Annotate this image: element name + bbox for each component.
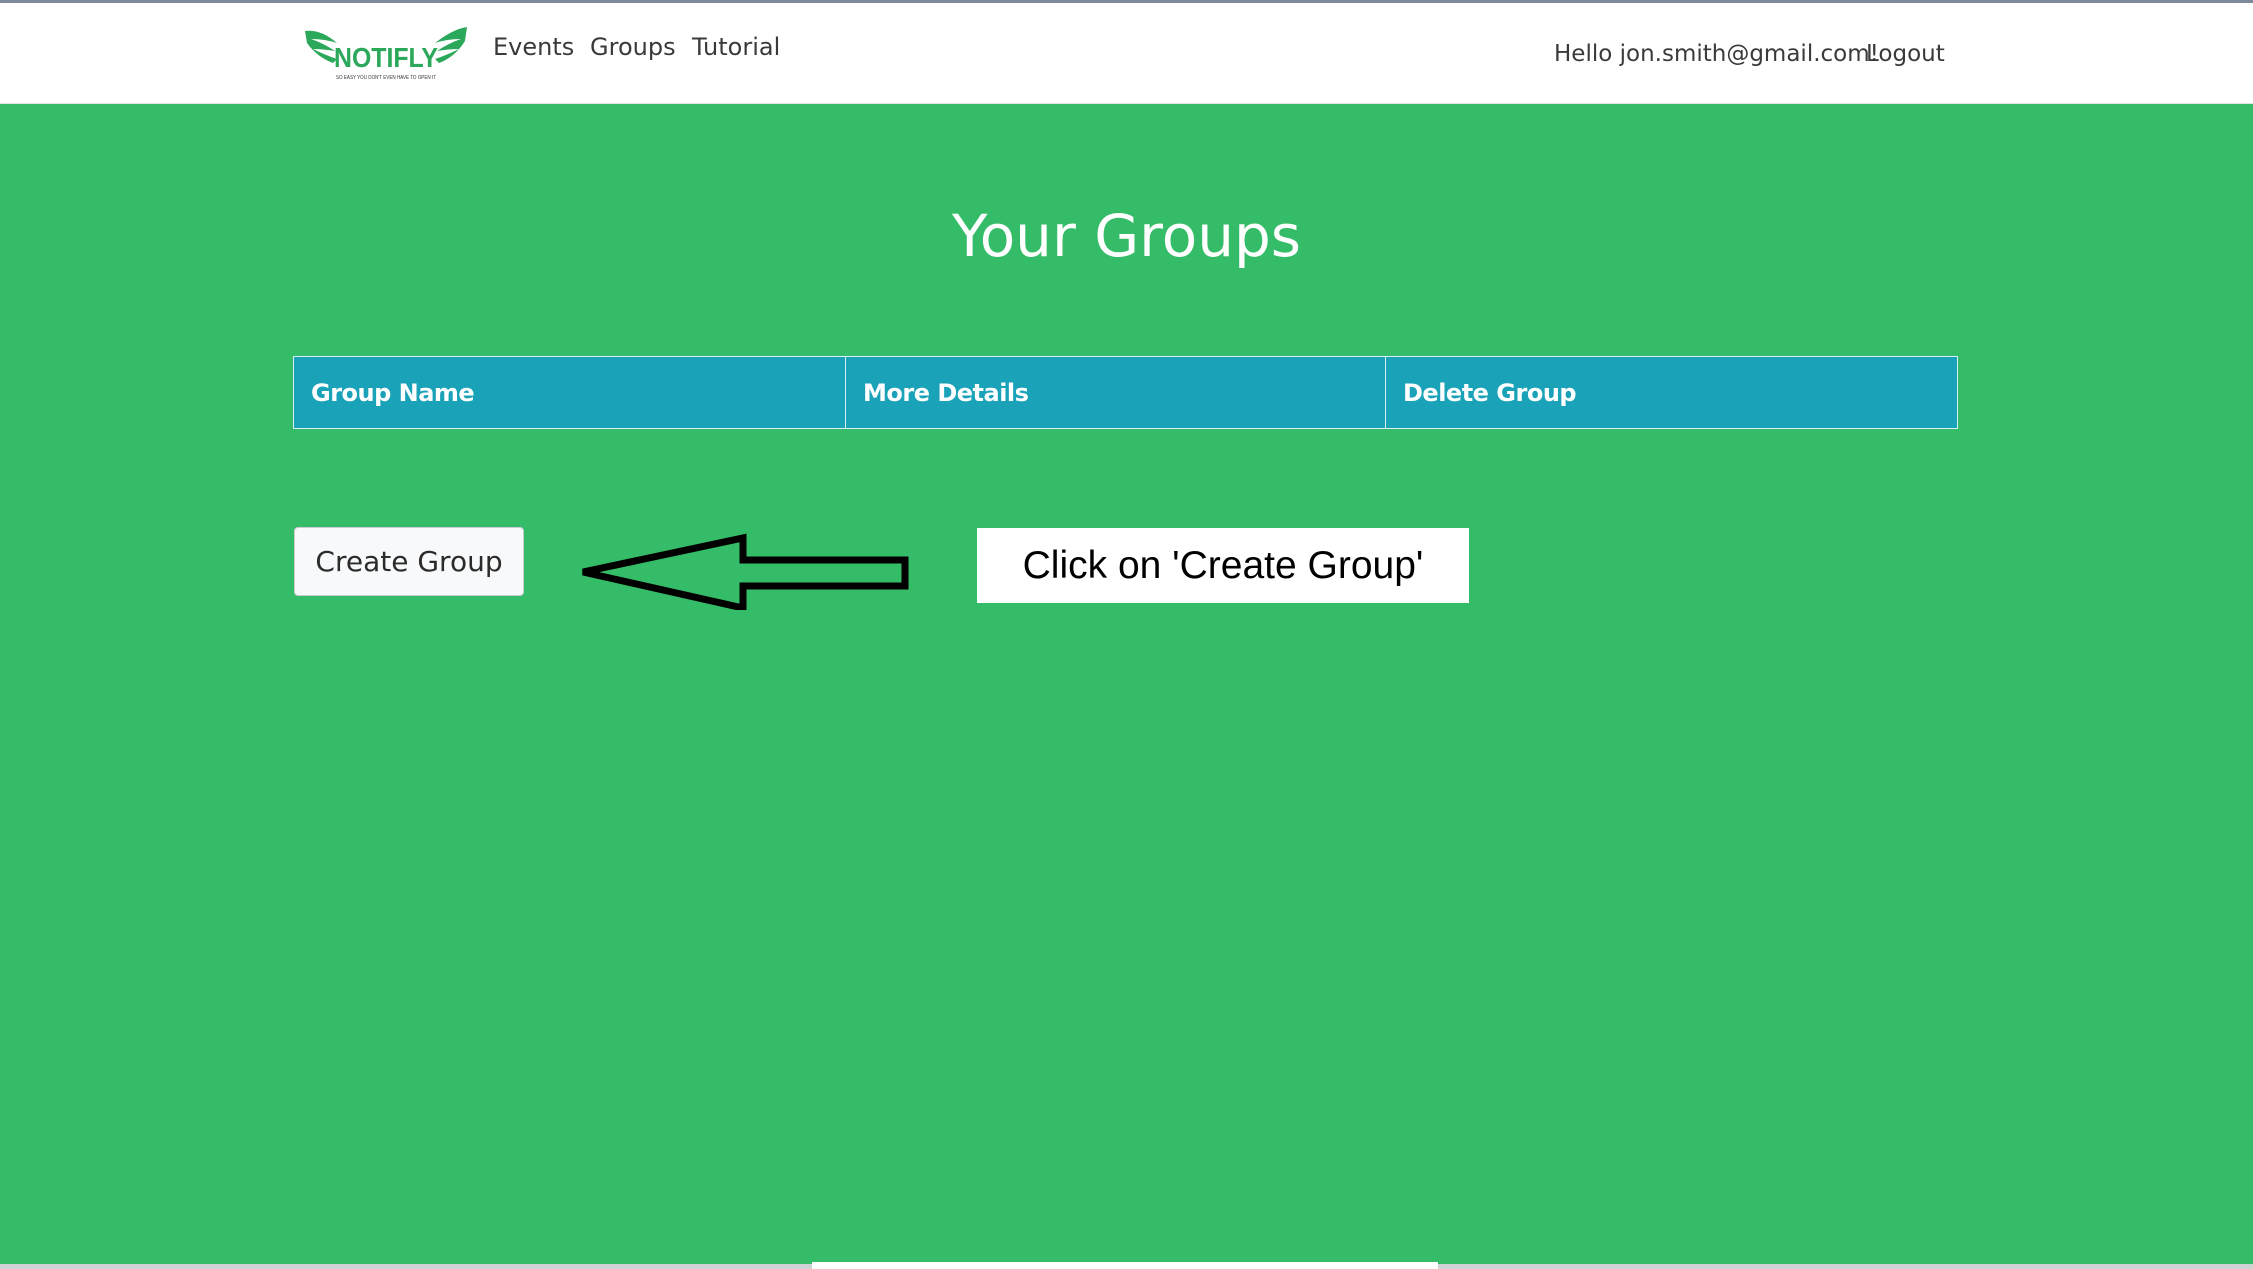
logo-tagline: SO EASY YOU DON'T EVEN HAVE TO OPEN IT — [336, 75, 436, 81]
column-header-delete-group: Delete Group — [1385, 356, 1958, 429]
notifly-logo[interactable]: NOTIFLY SO EASY YOU DON'T EVEN HAVE TO O… — [303, 25, 469, 83]
nav-link-tutorial[interactable]: Tutorial — [692, 31, 780, 63]
tutorial-callout: Click on 'Create Group' — [977, 528, 1469, 603]
column-header-more-details: More Details — [845, 356, 1386, 429]
callout-text: Click on 'Create Group' — [1022, 543, 1424, 587]
logo-wordmark: NOTIFLY — [334, 42, 438, 73]
create-group-button[interactable]: Create Group — [294, 527, 524, 596]
nav-link-groups[interactable]: Groups — [590, 31, 676, 63]
arrow-left-outline-icon — [582, 533, 909, 610]
navbar: NOTIFLY SO EASY YOU DON'T EVEN HAVE TO O… — [0, 3, 2253, 104]
groups-table: Group Name More Details Delete Group — [293, 356, 1958, 429]
page-title: Your Groups — [951, 202, 1302, 270]
column-header-group-name: Group Name — [293, 356, 846, 429]
bottom-scroll-indicator — [812, 1262, 1438, 1269]
logout-link[interactable]: Logout — [1866, 38, 1945, 70]
nav-link-events[interactable]: Events — [493, 31, 574, 63]
table-header-row: Group Name More Details Delete Group — [293, 356, 1958, 429]
user-greeting: Hello jon.smith@gmail.com! — [1554, 41, 1879, 67]
